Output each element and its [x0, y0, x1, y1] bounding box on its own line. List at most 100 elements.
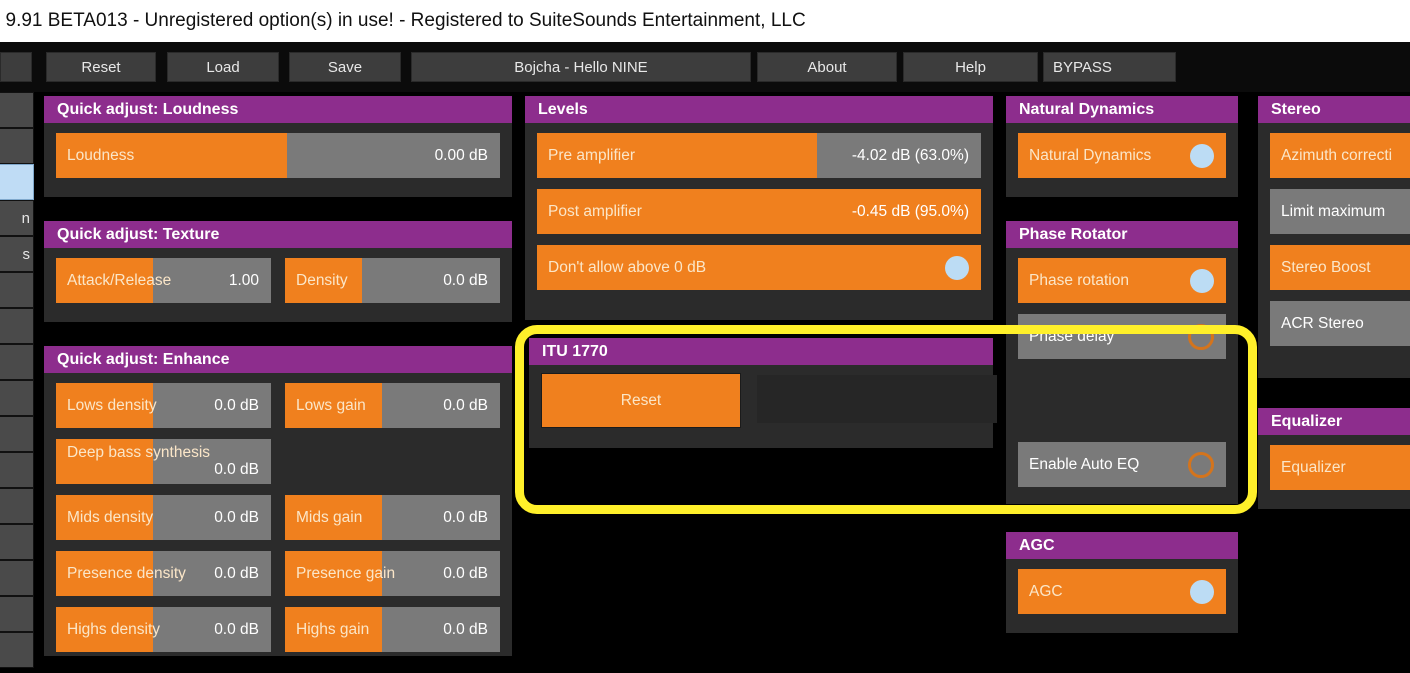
panel-body-quick-texture: Attack/Release 1.00 Density 0.0 dB	[44, 248, 512, 324]
row-value: 0.0 dB	[214, 564, 259, 582]
row-label: Equalizer	[1281, 458, 1346, 476]
toggle-led-indicator[interactable]	[1188, 323, 1214, 350]
panel-body-quick-enhance: Lows density 0.0 dB Deep bass synthesis 0.0…	[44, 373, 512, 673]
sidebar-item-11[interactable]	[0, 488, 34, 524]
row-label: Enable Auto EQ	[1029, 455, 1140, 473]
sidebar-item-1[interactable]	[0, 128, 34, 164]
toolbar-button-help[interactable]: Help	[903, 52, 1038, 82]
sidebar: ns	[0, 92, 34, 668]
toolbar-button-load[interactable]: Load	[167, 52, 279, 82]
row-value: 0.0 dB	[214, 396, 259, 414]
control-row-mids-density[interactable]: Mids density 0.0 dB	[56, 495, 271, 540]
sidebar-item-8[interactable]	[0, 380, 34, 416]
control-row-natural-dynamics[interactable]: Natural Dynamics	[1018, 133, 1226, 178]
sidebar-item-5[interactable]	[0, 272, 34, 308]
control-row-acr-stereo[interactable]: ACR Stereo	[1270, 301, 1410, 346]
sidebar-item-9[interactable]	[0, 416, 34, 452]
sidebar-item-12[interactable]	[0, 524, 34, 560]
control-row-phase-delay[interactable]: Phase delay	[1018, 314, 1226, 359]
toolbar-button-save[interactable]: Save	[289, 52, 401, 82]
control-row-agc[interactable]: AGC	[1018, 569, 1226, 614]
panel-quick-adjust-texture: Quick adjust: Texture Attack/Release 1.00…	[44, 221, 512, 322]
panel-auto-eq: Enable Auto EQ	[1006, 385, 1238, 504]
control-row-equalizer[interactable]: Equalizer	[1270, 445, 1410, 490]
control-row-presence-gain[interactable]: Presence gain 0.0 dB	[285, 551, 500, 596]
control-row-don-t-allow-above-0-db[interactable]: Don't allow above 0 dB	[537, 245, 981, 290]
row-group-phase-rotator: Phase rotation Phase delay	[1018, 258, 1226, 359]
toolbar-left-stub[interactable]	[0, 52, 32, 82]
row-value: 0.0 dB	[443, 564, 488, 582]
panel-natural-dynamics: Natural Dynamics Natural Dynamics	[1006, 96, 1238, 197]
row-label: Density	[296, 271, 348, 289]
row-label: Stereo Boost	[1281, 258, 1371, 276]
row-value: 0.0 dB	[443, 271, 488, 289]
toolbar-button-reset[interactable]: Reset	[46, 52, 156, 82]
row-label: Azimuth correcti	[1281, 146, 1393, 164]
itu-reset-button[interactable]: Reset	[541, 373, 741, 428]
control-row-azimuth-correcti[interactable]: Azimuth correcti	[1270, 133, 1410, 178]
control-row-presence-density[interactable]: Presence density 0.0 dB	[56, 551, 271, 596]
row-spacer	[285, 439, 500, 484]
row-label: Loudness	[67, 146, 135, 164]
sidebar-item-15[interactable]	[0, 632, 34, 668]
toolbar-button-bypass[interactable]: BYPASS	[1043, 52, 1176, 82]
control-row-limit-maximum[interactable]: Limit maximum	[1270, 189, 1410, 234]
sidebar-item-6[interactable]	[0, 308, 34, 344]
control-row-lows-density[interactable]: Lows density 0.0 dB	[56, 383, 271, 428]
panel-phase-rotator: Phase Rotator Phase rotation Phase delay	[1006, 221, 1238, 385]
control-row-highs-density[interactable]: Highs density 0.0 dB	[56, 607, 271, 652]
control-row-deep-bass-synthesis[interactable]: Deep bass synthesis 0.0 dB	[56, 439, 271, 484]
row-grid-quick-texture: Attack/Release 1.00 Density 0.0 dB	[56, 258, 500, 314]
sidebar-item-0[interactable]	[0, 92, 34, 128]
control-row-loudness[interactable]: Loudness 0.00 dB	[56, 133, 500, 178]
panel-title-quick-enhance: Quick adjust: Enhance	[44, 346, 512, 373]
control-row-density[interactable]: Density 0.0 dB	[285, 258, 500, 303]
row-group-levels: Pre amplifier -4.02 dB (63.0%) Post amplif…	[537, 133, 981, 290]
sidebar-item-13[interactable]	[0, 560, 34, 596]
row-label: Presence density	[67, 564, 186, 582]
sidebar-item-7[interactable]	[0, 344, 34, 380]
toggle-led-indicator[interactable]	[1190, 579, 1214, 604]
row-value: 0.0 dB	[214, 620, 259, 638]
row-group-texture-left: Attack/Release 1.00	[56, 258, 271, 314]
control-row-stereo-boost[interactable]: Stereo Boost	[1270, 245, 1410, 290]
control-row-highs-gain[interactable]: Highs gain 0.0 dB	[285, 607, 500, 652]
toolbar-button-about[interactable]: About	[757, 52, 897, 82]
row-value: 0.0 dB	[443, 620, 488, 638]
sidebar-item-2[interactable]	[0, 164, 34, 200]
row-group-agc: AGC	[1018, 569, 1226, 614]
control-row-lows-gain[interactable]: Lows gain 0.0 dB	[285, 383, 500, 428]
toolbar-button-bojcha-hello-nine[interactable]: Bojcha - Hello NINE	[411, 52, 751, 82]
sidebar-item-4[interactable]: s	[0, 236, 34, 272]
toggle-led-indicator[interactable]	[1190, 143, 1214, 168]
panel-title-stereo: Stereo	[1258, 96, 1410, 123]
row-value: 0.0 dB	[214, 508, 259, 526]
itu-value-field[interactable]	[757, 375, 997, 423]
control-row-phase-rotation[interactable]: Phase rotation	[1018, 258, 1226, 303]
row-group-auto-eq: Enable Auto EQ	[1018, 442, 1226, 487]
row-label: Highs gain	[296, 620, 370, 638]
control-row-post-amplifier[interactable]: Post amplifier -0.45 dB (95.0%)	[537, 189, 981, 234]
panel-body-itu-1770: Reset	[529, 365, 997, 448]
toggle-led-indicator[interactable]	[1190, 268, 1214, 293]
sidebar-item-14[interactable]	[0, 596, 34, 632]
control-row-mids-gain[interactable]: Mids gain 0.0 dB	[285, 495, 500, 540]
row-value: -0.45 dB (95.0%)	[851, 202, 969, 220]
control-row-pre-amplifier[interactable]: Pre amplifier -4.02 dB (63.0%)	[537, 133, 981, 178]
row-value: 0.0 dB	[214, 461, 259, 478]
panel-body-phase-rotator: Phase rotation Phase delay	[1006, 248, 1238, 380]
panel-body-equalizer: Equalizer	[1258, 435, 1410, 511]
sidebar-item-10[interactable]	[0, 452, 34, 488]
toggle-led-indicator[interactable]	[1188, 451, 1214, 478]
row-group-natural-dynamics: Natural Dynamics	[1018, 133, 1226, 178]
row-value: 0.0 dB	[443, 508, 488, 526]
row-group-equalizer: Equalizer	[1270, 445, 1410, 490]
row-value: -4.02 dB (63.0%)	[851, 146, 969, 164]
control-row-enable-auto-eq[interactable]: Enable Auto EQ	[1018, 442, 1226, 487]
sidebar-item-3[interactable]: n	[0, 200, 34, 236]
row-label: Limit maximum	[1281, 202, 1386, 220]
toggle-led-indicator[interactable]	[945, 255, 969, 280]
control-row-attack-release[interactable]: Attack/Release 1.00	[56, 258, 271, 303]
panel-itu-1770: ITU 1770 Reset	[529, 338, 997, 448]
row-grid-quick-enhance: Lows density 0.0 dB Deep bass synthesis 0.0…	[56, 383, 500, 663]
